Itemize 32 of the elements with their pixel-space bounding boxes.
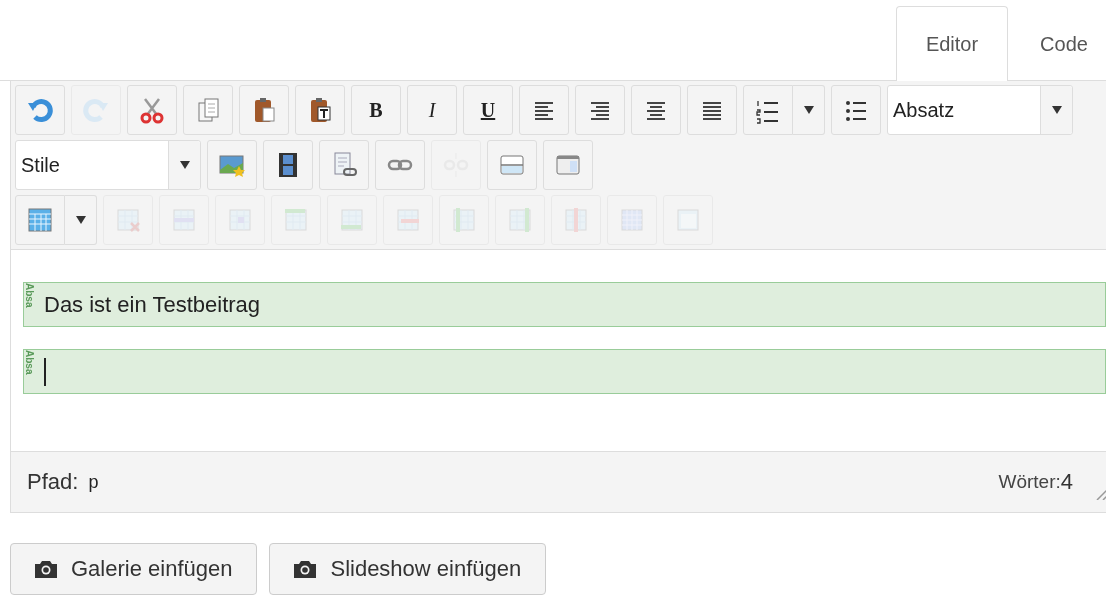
format-select[interactable]: Stile [15,140,201,190]
caret-icon [803,106,814,114]
camera-icon [35,560,57,578]
format-button[interactable]: B [351,85,401,135]
insert-button[interactable]: Galerie einfügen [10,543,258,595]
toolbar-button[interactable] [687,85,737,135]
dropdown-button[interactable] [793,85,825,135]
format-button[interactable]: I [407,85,457,135]
toolbar-button[interactable] [519,85,569,135]
caret-icon [1051,106,1062,114]
toolbar-button[interactable] [239,85,289,135]
toolbar-button[interactable] [295,85,345,135]
toolbar-button[interactable] [831,85,881,135]
format-select[interactable]: Absatz [887,85,1073,135]
path-element[interactable]: p [88,471,989,493]
dropdown-button[interactable] [65,195,97,245]
paragraph-text: Das ist ein Testbeitrag [44,291,261,318]
toolbar-button[interactable] [575,85,625,135]
caret-icon [75,216,86,224]
format-button[interactable]: U [463,85,513,135]
word-count: 4 [1060,469,1073,495]
tab[interactable]: Editor [896,6,1008,81]
tab[interactable]: Code [1008,7,1106,81]
path-label: Pfad: [27,469,79,495]
caret-icon [179,161,190,169]
camera-icon [294,560,317,578]
toolbar-button[interactable] [263,140,313,190]
toolbar-button[interactable] [631,85,681,135]
toolbar-button[interactable] [743,85,793,135]
table-icon [25,205,55,235]
insert-button[interactable]: Slideshow einfügen [269,543,547,595]
word-count-label: Wörter: [998,471,1061,493]
